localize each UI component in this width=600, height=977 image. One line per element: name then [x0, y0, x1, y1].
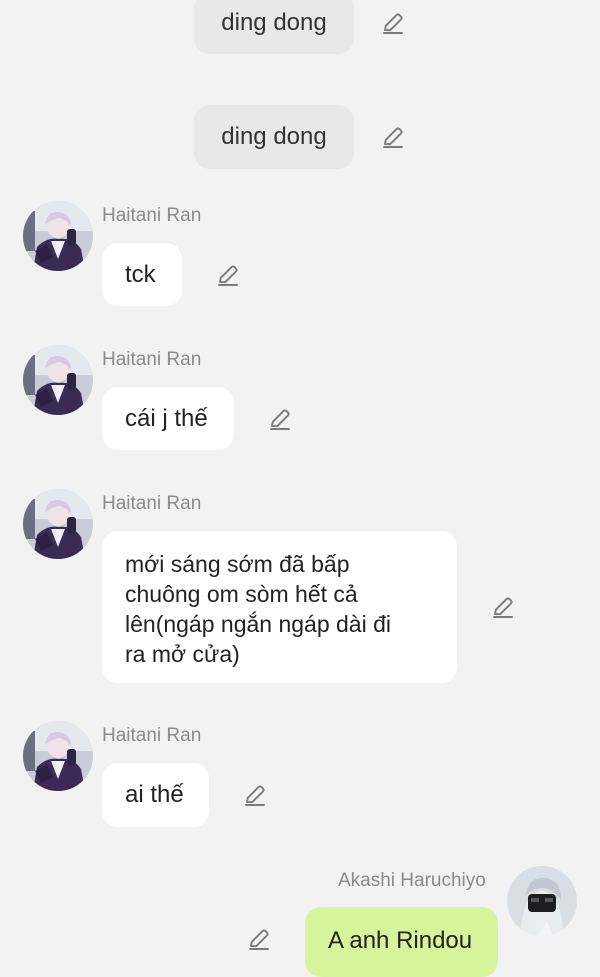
sender-name: Haitani Ran — [102, 493, 202, 514]
message-text: A anh Rindou — [328, 927, 473, 954]
pencil-edit-icon[interactable] — [242, 782, 268, 808]
pencil-edit-icon[interactable] — [246, 926, 272, 952]
pencil-edit-icon[interactable] — [380, 10, 406, 36]
sender-name: Haitani Ran — [102, 725, 202, 746]
message-text: cái j thế — [125, 405, 208, 432]
system-message-bubble[interactable]: ding dong — [194, 105, 354, 169]
message-bubble[interactable]: cái j thế — [102, 387, 234, 450]
avatar-haitani-ran[interactable] — [23, 345, 93, 415]
sender-name: Akashi Haruchiyo — [338, 870, 486, 891]
system-message-text: ding dong — [221, 9, 327, 36]
system-message-text: ding dong — [221, 123, 327, 150]
pencil-edit-icon[interactable] — [215, 262, 241, 288]
avatar-haitani-ran[interactable] — [23, 201, 93, 271]
message-bubble[interactable]: tck — [102, 243, 182, 306]
pencil-edit-icon[interactable] — [490, 594, 516, 620]
avatar-akashi-haruchiyo[interactable] — [507, 866, 577, 936]
message-text: tck — [125, 261, 156, 288]
message-text: ai thế — [125, 781, 184, 808]
system-message-bubble[interactable]: ding dong — [194, 0, 354, 54]
message-bubble[interactable]: mới sáng sớm đã bấp chuông om sòm hết cả… — [102, 531, 457, 683]
chat-thread: ding dong ding dong Haitani Ran tck Hait… — [0, 0, 600, 977]
message-text: mới sáng sớm đã bấp chuông om sòm hết cả… — [125, 551, 392, 667]
avatar-haitani-ran[interactable] — [23, 489, 93, 559]
message-bubble[interactable]: ai thế — [102, 763, 209, 827]
pencil-edit-icon[interactable] — [267, 406, 293, 432]
avatar-haitani-ran[interactable] — [23, 721, 93, 791]
message-bubble[interactable]: A anh Rindou — [305, 907, 498, 977]
sender-name: Haitani Ran — [102, 205, 202, 226]
sender-name: Haitani Ran — [102, 349, 202, 370]
pencil-edit-icon[interactable] — [380, 124, 406, 150]
